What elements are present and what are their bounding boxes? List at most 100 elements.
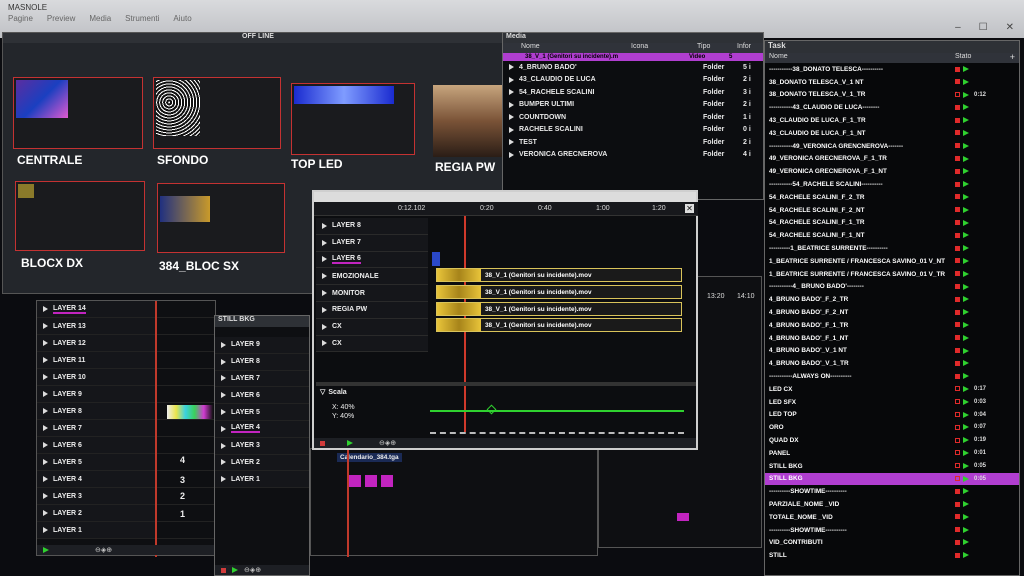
task-row[interactable]: -----------4_ BRUNO BADO'-------- — [765, 281, 1019, 294]
layer-row[interactable]: LAYER 13 — [37, 318, 215, 335]
task-row[interactable]: -----------49_VERONICA GRENCNEROVA------… — [765, 140, 1019, 153]
color-bars-clip[interactable] — [167, 405, 213, 419]
expand-icon[interactable] — [322, 306, 327, 313]
status-indicator-icon[interactable] — [955, 232, 960, 238]
clip-marker[interactable] — [365, 475, 377, 487]
status-indicator-icon[interactable] — [955, 360, 960, 366]
task-row[interactable]: -----------54_RACHELE SCALINI---------- — [765, 178, 1019, 191]
media-row[interactable]: 4_BRUNO BADO' Folder 5 i — [503, 61, 763, 74]
play-icon[interactable] — [963, 257, 969, 264]
expand-icon[interactable] — [43, 510, 48, 516]
timeline-layer-row[interactable]: LAYER 6 — [316, 251, 428, 269]
menu-item-preview[interactable]: Preview — [47, 14, 75, 23]
play-icon[interactable] — [963, 129, 969, 136]
task-row[interactable]: LED TOP 0:04 — [765, 409, 1019, 422]
play-icon[interactable] — [963, 398, 969, 405]
play-icon[interactable] — [963, 437, 969, 444]
output-slot-centrale[interactable] — [13, 77, 143, 149]
layer-row[interactable]: LAYER 9 — [215, 337, 309, 354]
column-icona[interactable]: Icona — [631, 43, 697, 53]
expand-icon[interactable] — [322, 273, 327, 280]
status-indicator-icon[interactable] — [955, 527, 960, 533]
layer-row[interactable]: LAYER 5 — [215, 404, 309, 421]
status-indicator-icon[interactable] — [955, 79, 960, 85]
timeline-clip[interactable]: 38_V_1 (Genitori su incidente).mov — [436, 285, 682, 299]
status-indicator-icon[interactable] — [955, 386, 960, 392]
status-indicator-icon[interactable] — [955, 156, 960, 162]
expand-icon[interactable] — [509, 114, 514, 121]
column-infor[interactable]: Infor — [737, 43, 751, 53]
expand-icon[interactable] — [221, 392, 226, 399]
timeline-clip[interactable]: 38_V_1 (Genitori su incidente).mov — [436, 302, 682, 316]
expand-icon[interactable] — [509, 151, 514, 158]
output-slot-blocx-dx[interactable] — [15, 181, 145, 251]
playhead[interactable] — [155, 301, 157, 557]
task-row[interactable]: 49_VERONICA GRECNEROVA_F_1_TR — [765, 153, 1019, 166]
timeline-layer-row[interactable]: LAYER 8 — [316, 218, 428, 235]
layer-row[interactable]: LAYER 7 — [37, 420, 215, 437]
task-row[interactable]: 1_BEATRICE SURRENTE / FRANCESCA SAVINO_0… — [765, 268, 1019, 281]
layer-row[interactable]: LAYER 11 — [37, 352, 215, 369]
layer-row[interactable]: LAYER 7 — [215, 370, 309, 388]
layer-row[interactable]: LAYER 6 — [215, 387, 309, 405]
status-indicator-icon[interactable] — [955, 322, 960, 328]
play-icon[interactable] — [963, 66, 969, 72]
status-indicator-icon[interactable] — [955, 412, 960, 418]
status-indicator-icon[interactable] — [955, 181, 960, 187]
expand-icon[interactable] — [509, 126, 514, 133]
layer-row[interactable]: LAYER 6 — [37, 437, 215, 454]
media-row-selected[interactable]: 38_V_1 (Genitori su incidente).m Video 5 — [503, 53, 763, 61]
status-indicator-icon[interactable] — [955, 92, 960, 98]
add-task-button[interactable]: + — [1010, 52, 1015, 62]
task-row[interactable]: TOTALE_NOME _VID — [765, 511, 1019, 524]
task-row[interactable]: 43_CLAUDIO DE LUCA_F_1_TR — [765, 114, 1019, 127]
task-row[interactable]: -----------43_CLAUDIO DE LUCA-------- — [765, 101, 1019, 114]
play-icon[interactable] — [43, 547, 49, 553]
task-row[interactable]: 4_BRUNO BADO'_F_2_NT — [765, 306, 1019, 319]
clip-marker[interactable] — [677, 513, 689, 521]
expand-icon[interactable] — [509, 101, 514, 108]
play-icon[interactable] — [963, 385, 969, 392]
task-row[interactable]: 54_RACHELE SCALINI_F_2_TR — [765, 191, 1019, 204]
play-icon[interactable] — [963, 424, 969, 431]
play-icon[interactable] — [963, 142, 969, 149]
stop-icon[interactable] — [221, 567, 226, 573]
task-row[interactable]: 38_DONATO TELESCA_V_1_TR 0:12 — [765, 89, 1019, 102]
layer-row[interactable]: LAYER 10 — [37, 369, 215, 386]
column-nome[interactable]: Nome — [765, 53, 955, 63]
status-indicator-icon[interactable] — [955, 463, 960, 469]
expand-icon[interactable] — [221, 425, 226, 432]
status-indicator-icon[interactable] — [955, 501, 960, 507]
stop-icon[interactable] — [320, 440, 325, 446]
timeline-clip[interactable]: 38_V_1 (Genitori su incidente).mov — [436, 318, 682, 332]
status-indicator-icon[interactable] — [955, 143, 960, 149]
play-icon[interactable] — [963, 270, 969, 277]
column-nome[interactable]: Nome — [503, 43, 631, 53]
menu-item-pagine[interactable]: Pagine — [8, 14, 33, 23]
expand-icon[interactable] — [43, 340, 48, 346]
play-icon[interactable] — [963, 462, 969, 469]
layer-row[interactable]: LAYER 2 — [215, 454, 309, 472]
status-indicator-icon[interactable] — [955, 514, 960, 520]
timeline-layer-row[interactable]: CX — [316, 335, 428, 353]
play-icon[interactable] — [963, 411, 969, 418]
expand-icon[interactable] — [43, 493, 48, 499]
play-icon[interactable] — [963, 283, 969, 290]
task-row[interactable]: LED CX 0:17 — [765, 383, 1019, 396]
play-icon[interactable] — [963, 193, 969, 200]
play-icon[interactable] — [963, 334, 969, 341]
timeline-layer-row[interactable]: LAYER 7 — [316, 234, 428, 252]
task-row[interactable]: PARZIALE_NOME _VID — [765, 498, 1019, 511]
play-icon[interactable] — [963, 501, 969, 508]
keyframe-icon[interactable] — [486, 404, 497, 415]
expand-icon[interactable] — [43, 442, 48, 448]
status-indicator-icon[interactable] — [955, 104, 960, 110]
expand-icon[interactable] — [509, 64, 514, 71]
expand-icon[interactable] — [221, 442, 226, 449]
task-row[interactable]: 4_BRUNO BADO'_V_1_TR — [765, 357, 1019, 370]
task-row[interactable]: 54_RACHELE SCALINI_F_2_NT — [765, 204, 1019, 217]
playhead[interactable] — [347, 449, 349, 557]
task-row[interactable]: PANEL 0:01 — [765, 447, 1019, 460]
play-icon[interactable] — [963, 296, 969, 303]
timeline-layer-row[interactable]: CX — [316, 318, 428, 336]
